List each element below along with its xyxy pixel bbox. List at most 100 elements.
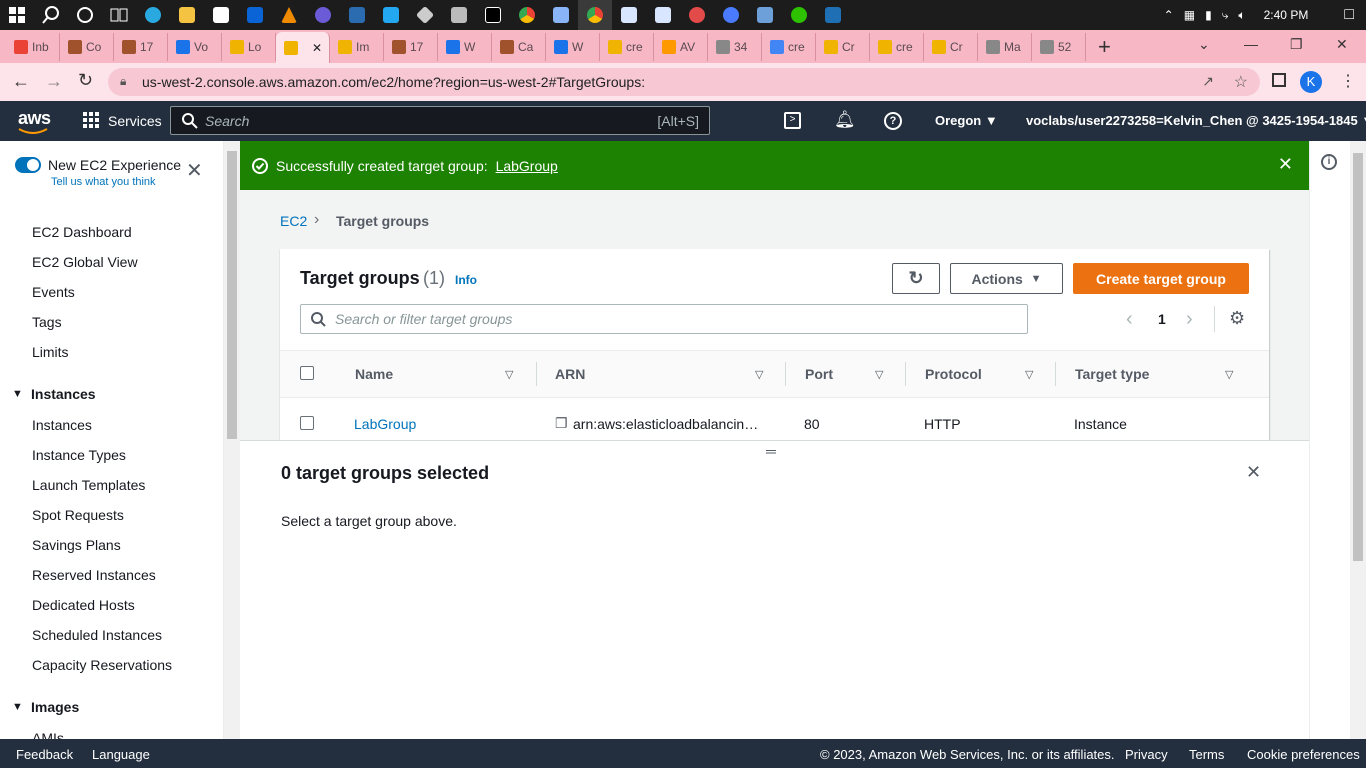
app-icon[interactable] (680, 0, 714, 30)
sidebar-item[interactable]: Instances (32, 417, 92, 433)
resize-handle-icon[interactable]: ═ (766, 444, 776, 458)
column-header[interactable]: Port (805, 366, 833, 382)
edge-icon[interactable] (136, 0, 170, 30)
previous-page-icon[interactable]: ‹ (1126, 308, 1133, 331)
column-divider[interactable] (785, 362, 786, 386)
sidebar-item[interactable]: Scheduled Instances (32, 627, 162, 643)
pycharm-icon[interactable] (476, 0, 510, 30)
vscode-icon[interactable] (374, 0, 408, 30)
browser-tab[interactable]: 17 (384, 32, 438, 61)
row-checkbox[interactable] (300, 416, 314, 430)
chrome-icon[interactable] (510, 0, 544, 30)
browser-tab[interactable]: Lo (222, 32, 276, 61)
wifi-icon[interactable]: ⤷ (1222, 8, 1229, 23)
sidebar-section-instances[interactable]: Instances (31, 386, 96, 402)
column-header[interactable]: Target type (1075, 366, 1149, 382)
address-bar[interactable]: 🔒︎ us-west-2.console.aws.amazon.com/ec2/… (108, 68, 1260, 96)
footer-feedback[interactable]: Feedback (16, 747, 73, 762)
side-panel-icon[interactable] (1272, 73, 1286, 87)
target-group-name-link[interactable]: LabGroup (354, 416, 416, 432)
photos-icon[interactable] (816, 0, 850, 30)
sort-caret-icon[interactable]: ▽ (505, 368, 513, 381)
app-icon[interactable] (748, 0, 782, 30)
breadcrumb-ec2[interactable]: EC2 (280, 213, 307, 229)
close-split-panel-icon[interactable]: ✕ (1246, 463, 1261, 481)
vlc-icon[interactable] (272, 0, 306, 30)
search-icon[interactable] (34, 0, 68, 30)
sidebar-item[interactable]: Reserved Instances (32, 567, 156, 583)
volume-icon[interactable]: 🔈︎ (1238, 8, 1245, 23)
footer-terms[interactable]: Terms (1189, 747, 1224, 762)
sidebar-item[interactable]: Instance Types (32, 447, 126, 463)
settings-gear-icon[interactable]: ⚙ (1229, 308, 1245, 329)
cloudshell-icon[interactable]: > (784, 112, 801, 129)
bookmark-star-icon[interactable]: ☆ (1234, 72, 1248, 92)
notification-icon[interactable]: □ (1344, 6, 1354, 24)
task-view-icon[interactable] (102, 0, 136, 30)
services-grid-icon[interactable] (83, 112, 100, 132)
services-button[interactable]: Services (108, 113, 162, 129)
info-link[interactable]: Info (455, 273, 477, 287)
back-icon[interactable]: ← (12, 71, 30, 92)
help-icon[interactable]: ? (884, 112, 902, 130)
tab-search-icon[interactable]: ⌄ (1198, 36, 1210, 53)
clock[interactable]: 2:40 PM (1264, 8, 1309, 22)
network-icon[interactable]: ▦ (1184, 8, 1195, 22)
close-tab-icon[interactable]: ✕ (312, 41, 322, 55)
browser-tab[interactable]: Ca (492, 32, 546, 61)
actions-button[interactable]: Actions ▼ (950, 263, 1063, 294)
browser-tab[interactable]: W (546, 32, 600, 61)
copy-icon[interactable]: ❐ (555, 415, 568, 432)
browser-menu-icon[interactable]: ⋮ (1340, 71, 1356, 91)
feedback-link[interactable]: Tell us what you think (51, 176, 156, 188)
app-icon[interactable] (340, 0, 374, 30)
sidebar-section-images[interactable]: Images (31, 699, 79, 715)
git-icon[interactable] (408, 0, 442, 30)
sidebar-item[interactable]: AMIs (32, 730, 64, 739)
battery-icon[interactable]: ▮ (1205, 8, 1212, 22)
close-window-icon[interactable]: ✕ (1336, 36, 1348, 53)
info-panel-icon[interactable]: i (1321, 154, 1337, 170)
chat-icon[interactable] (714, 0, 748, 30)
new-experience-toggle[interactable] (15, 157, 41, 173)
sidebar-item[interactable]: Limits (32, 344, 69, 360)
account-menu[interactable]: voclabs/user2273258=Kelvin_Chen @ 3425-1… (1026, 113, 1366, 128)
global-search-input[interactable]: Search [Alt+S] (170, 106, 710, 135)
browser-tab-active[interactable]: ✕ (276, 32, 330, 63)
mail-icon[interactable] (238, 0, 272, 30)
section-caret-icon[interactable]: ▼ (12, 701, 23, 713)
section-caret-icon[interactable]: ▼ (12, 388, 23, 400)
browser-tab[interactable]: Vo (168, 32, 222, 61)
flash-labgroup-link[interactable]: LabGroup (496, 158, 558, 174)
windows-start-icon[interactable] (0, 0, 34, 30)
cortana-icon[interactable] (68, 0, 102, 30)
footer-language[interactable]: Language (92, 747, 150, 762)
browser-tab[interactable]: Im (330, 32, 384, 61)
create-target-group-button[interactable]: Create target group (1073, 263, 1249, 294)
browser-tab[interactable]: cre (600, 32, 654, 61)
virtualbox-icon[interactable] (612, 0, 646, 30)
refresh-button[interactable]: ↻ (892, 263, 940, 294)
store-icon[interactable] (204, 0, 238, 30)
browser-tab[interactable]: Cr (816, 32, 870, 61)
reload-icon[interactable]: ↻ (78, 70, 93, 91)
notes-icon[interactable] (544, 0, 578, 30)
page-number[interactable]: 1 (1158, 311, 1166, 327)
browser-tab[interactable]: W (438, 32, 492, 61)
sidebar-item[interactable]: Savings Plans (32, 537, 121, 553)
sidebar-item[interactable]: Dedicated Hosts (32, 597, 135, 613)
column-header[interactable]: Name (355, 366, 393, 382)
sort-caret-icon[interactable]: ▽ (875, 368, 883, 381)
main-scrollbar[interactable] (1350, 141, 1366, 739)
browser-tab[interactable]: Inb (6, 32, 60, 61)
sidebar-item[interactable]: Capacity Reservations (32, 657, 172, 673)
wechat-icon[interactable] (782, 0, 816, 30)
close-icon[interactable]: ✕ (186, 161, 203, 181)
sort-caret-icon[interactable]: ▽ (1025, 368, 1033, 381)
chevron-up-icon[interactable]: ⌃ (1164, 8, 1174, 22)
column-header[interactable]: ARN (555, 366, 585, 382)
browser-tab[interactable]: cre (762, 32, 816, 61)
chrome-alt-icon[interactable] (578, 0, 612, 30)
footer-cookies[interactable]: Cookie preferences (1247, 747, 1360, 762)
sidebar-item[interactable]: Spot Requests (32, 507, 124, 523)
